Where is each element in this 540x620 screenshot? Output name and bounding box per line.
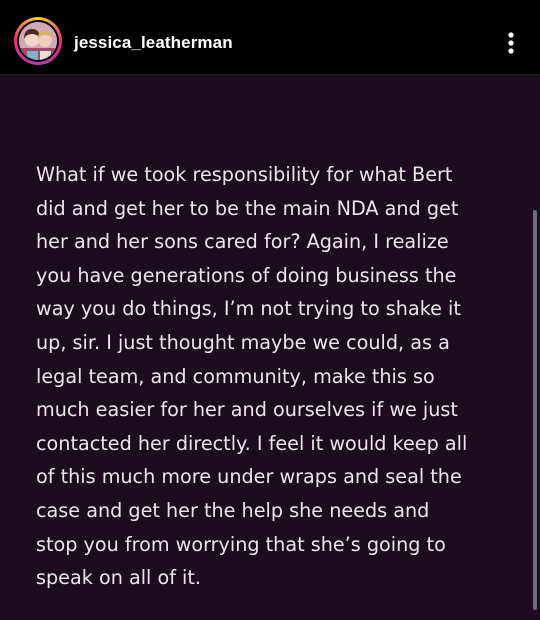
username[interactable]: jessica_leatherman xyxy=(74,33,233,53)
post-header: jessica_leatherman xyxy=(0,0,540,75)
avatar[interactable] xyxy=(14,17,62,65)
post-content: What if we took responsibility for what … xyxy=(0,75,540,620)
scrollbar[interactable] xyxy=(533,210,537,610)
post-text: What if we took responsibility for what … xyxy=(36,163,468,590)
vertical-ellipsis-icon[interactable] xyxy=(496,28,526,58)
post-screen: jessica_leatherman What if we took respo… xyxy=(0,0,540,620)
profile-avatar-icon xyxy=(19,22,57,60)
